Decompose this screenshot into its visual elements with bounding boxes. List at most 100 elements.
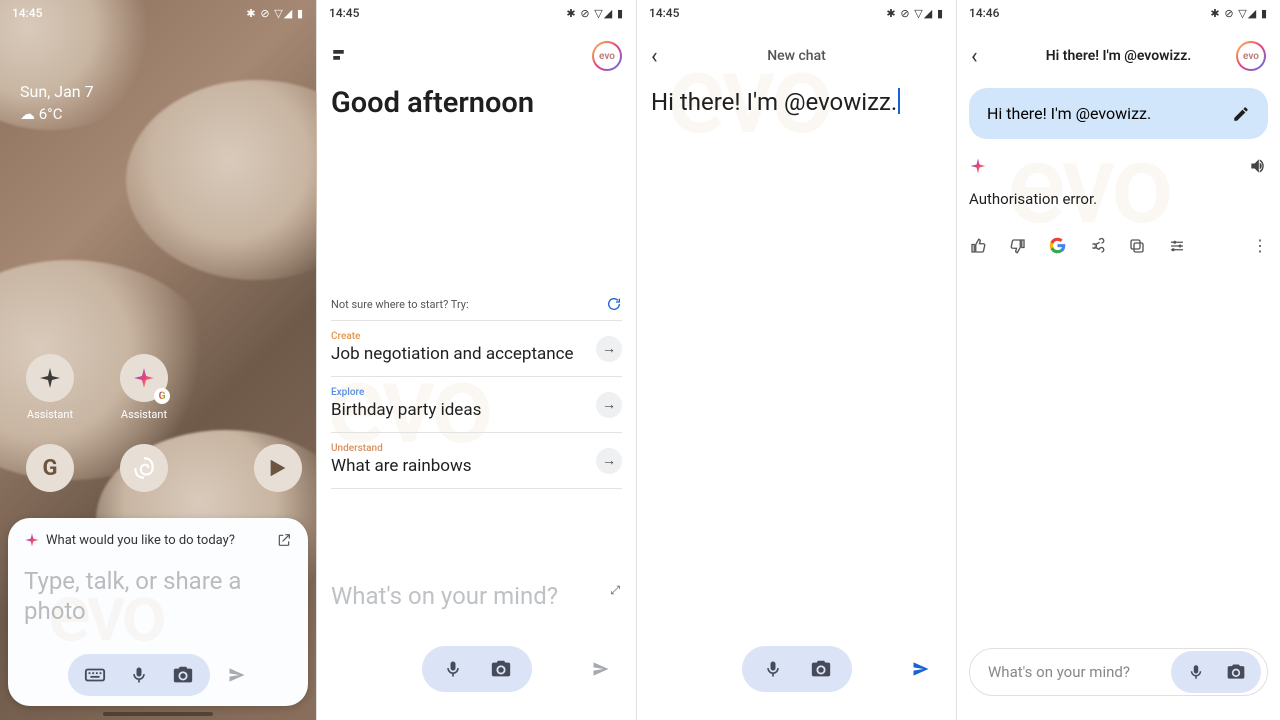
suggestion-item[interactable]: Create Job negotiation and acceptance →	[331, 320, 622, 376]
panel-bard-home: 14:45 ✱ ⊘ ▽◢ ▮ evo Good afternoon evo No…	[317, 0, 637, 720]
camera-icon[interactable]	[810, 658, 832, 680]
suggestion-tag: Understand	[331, 443, 622, 454]
more-icon[interactable]: ⋮	[1252, 236, 1268, 255]
assistant-placeholder[interactable]: Type, talk, or share a photo	[24, 566, 292, 626]
suggestion-text: Birthday party ideas	[331, 400, 622, 420]
speaker-icon[interactable]	[1248, 156, 1268, 176]
menu-icon[interactable]	[331, 47, 349, 65]
panel-new-chat: 14:45 ✱ ⊘ ▽◢ ▮ ‹ New chat evo Hi there! …	[637, 0, 957, 720]
status-time: 14:46	[969, 6, 999, 20]
dock-row: G	[0, 444, 316, 498]
mic-icon[interactable]	[128, 664, 150, 686]
status-icons: ✱ ⊘ ▽◢ ▮	[246, 7, 304, 20]
app-play-store[interactable]	[246, 444, 310, 498]
thumbs-up-icon[interactable]	[969, 237, 987, 255]
arrow-icon[interactable]: →	[596, 392, 622, 418]
page-title: Hi there! I'm @evowizz.	[1046, 48, 1192, 64]
arrow-icon[interactable]: →	[596, 448, 622, 474]
date-text: Sun, Jan 7	[20, 82, 94, 101]
chat-input[interactable]: What's on your mind?	[969, 648, 1268, 696]
chat-input-text[interactable]: Hi there! I'm @evowizz.	[651, 88, 900, 116]
status-icons: ✱ ⊘ ▽◢ ▮	[566, 7, 624, 20]
sparkle-icon	[969, 157, 987, 175]
date-weather-widget[interactable]: Sun, Jan 7 ☁ 6°C	[20, 82, 94, 123]
panel-home-screen: 14:45 ✱ ⊘ ▽◢ ▮ Sun, Jan 7 ☁ 6°C Assistan…	[0, 0, 317, 720]
weather-icon: ☁	[20, 105, 35, 123]
assistant-prompt-label: What would you like to do today?	[46, 533, 235, 548]
home-indicator[interactable]	[103, 712, 213, 716]
input-pill	[422, 646, 532, 692]
app-label: Assistant	[112, 408, 176, 421]
input-pill	[68, 654, 210, 696]
reply-text: Authorisation error.	[969, 190, 1268, 208]
input-pill	[1171, 651, 1261, 693]
panel-chat-reply: 14:46 ✱ ⊘ ▽◢ ▮ ‹ Hi there! I'm @evowizz.…	[957, 0, 1280, 720]
top-bar: ‹ Hi there! I'm @evowizz. evo	[957, 36, 1280, 76]
suggestions-list: Create Job negotiation and acceptance → …	[331, 320, 622, 489]
assistant-card[interactable]: What would you like to do today? Type, t…	[8, 518, 308, 706]
suggestion-text: What are rainbows	[331, 456, 622, 476]
arrow-icon[interactable]: →	[596, 336, 622, 362]
app-assistant-google[interactable]: G Assistant	[112, 354, 176, 421]
send-icon[interactable]	[590, 658, 612, 680]
edit-icon[interactable]	[1232, 105, 1250, 123]
status-icons: ✱ ⊘ ▽◢ ▮	[1210, 7, 1268, 20]
thumbs-down-icon[interactable]	[1009, 237, 1027, 255]
bottom-input-row	[637, 646, 956, 692]
status-time: 14:45	[12, 6, 42, 20]
text-cursor	[898, 88, 900, 114]
bottom-input-row	[317, 646, 636, 692]
share-icon[interactable]	[1088, 237, 1106, 255]
assistant-reply: Authorisation error. ⋮	[969, 156, 1268, 255]
status-bar: 14:45 ✱ ⊘ ▽◢ ▮	[317, 0, 636, 26]
tune-icon[interactable]	[1168, 237, 1186, 255]
app-threads[interactable]	[112, 444, 176, 498]
popout-icon[interactable]	[276, 532, 292, 548]
top-bar: ‹ New chat	[637, 36, 956, 76]
expand-icon[interactable]: ⤢	[610, 583, 620, 598]
status-bar: 14:45 ✱ ⊘ ▽◢ ▮	[637, 0, 956, 26]
mic-icon[interactable]	[762, 658, 784, 680]
sparkle-icon	[24, 532, 40, 548]
page-title: New chat	[767, 48, 826, 64]
status-time: 14:45	[329, 6, 359, 20]
greeting: Good afternoon	[331, 86, 534, 120]
user-message-bubble[interactable]: Hi there! I'm @evowizz.	[969, 88, 1268, 139]
camera-icon[interactable]	[490, 658, 512, 680]
input-placeholder: What's on your mind?	[988, 663, 1130, 681]
suggestion-item[interactable]: Understand What are rainbows →	[331, 432, 622, 489]
send-icon[interactable]	[910, 658, 932, 680]
status-time: 14:45	[649, 6, 679, 20]
app-label: Assistant	[18, 408, 82, 421]
copy-icon[interactable]	[1128, 237, 1146, 255]
refresh-icon[interactable]	[606, 296, 622, 312]
avatar[interactable]: evo	[592, 41, 622, 71]
avatar[interactable]: evo	[1236, 41, 1266, 71]
google-badge-icon: G	[154, 388, 170, 404]
back-icon[interactable]: ‹	[971, 44, 978, 69]
keyboard-icon[interactable]	[84, 664, 106, 686]
mic-icon[interactable]	[1185, 661, 1207, 683]
suggestion-tag: Explore	[331, 387, 622, 398]
reply-actions: ⋮	[969, 236, 1268, 255]
back-icon[interactable]: ‹	[651, 44, 658, 69]
app-row: Assistant G Assistant	[0, 354, 316, 421]
mic-icon[interactable]	[442, 658, 464, 680]
suggestion-item[interactable]: Explore Birthday party ideas →	[331, 376, 622, 432]
status-bar: 14:45 ✱ ⊘ ▽◢ ▮	[0, 0, 316, 26]
suggestions-header: Not sure where to start? Try:	[331, 296, 622, 312]
suggestion-tag: Create	[331, 331, 622, 342]
user-message-text: Hi there! I'm @evowizz.	[987, 104, 1151, 123]
top-bar: evo	[317, 36, 636, 76]
input-pill	[742, 646, 852, 692]
google-icon[interactable]	[1049, 237, 1066, 254]
status-icons: ✱ ⊘ ▽◢ ▮	[886, 7, 944, 20]
temperature: 6°C	[39, 105, 63, 123]
input-placeholder[interactable]: What's on your mind?	[331, 582, 558, 610]
app-assistant[interactable]: Assistant	[18, 354, 82, 421]
app-google[interactable]: G	[18, 444, 82, 498]
status-bar: 14:46 ✱ ⊘ ▽◢ ▮	[957, 0, 1280, 26]
camera-icon[interactable]	[1225, 661, 1247, 683]
send-icon[interactable]	[226, 664, 248, 686]
camera-icon[interactable]	[172, 664, 194, 686]
